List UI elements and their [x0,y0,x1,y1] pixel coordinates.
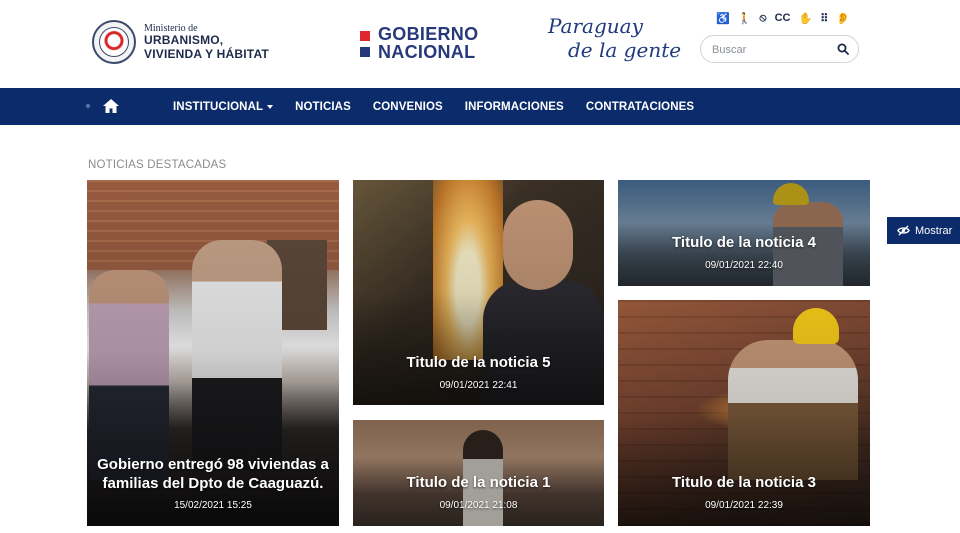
nav-item-institucional[interactable]: INSTITUCIONAL [173,100,274,113]
nav-item-convenios[interactable]: CONVENIOS [373,101,443,113]
sign-language-icon[interactable]: ✋ [798,12,812,25]
nav-item-contrataciones[interactable]: CONTRATACIONES [586,101,694,113]
caret-down-icon [267,104,274,109]
gobierno-line-1: GOBIERNO [378,24,479,44]
ear-icon[interactable]: 👂 [836,12,850,25]
news-card-3[interactable]: Titulo de la noticia 3 09/01/2021 22:39 [618,300,870,526]
nav-item-label: INSTITUCIONAL [173,100,264,113]
mostrar-label: Mostrar [915,224,953,237]
page: Ministerio de URBANISMO, VIVIENDA Y HÁBI… [0,0,960,533]
news-card-title: Titulo de la noticia 4 [672,234,816,251]
nav-dot [86,104,90,108]
news-card-title: Titulo de la noticia 3 [672,474,816,491]
flag-squares-icon [360,30,370,57]
news-card-date: 15/02/2021 15:25 [174,500,252,511]
slogan-line-1: Paraguay [548,14,643,38]
nav-item-informaciones[interactable]: INFORMACIONES [465,101,564,113]
main-nav: INSTITUCIONAL NOTICIAS CONVENIOS INFORMA… [0,88,960,125]
nav-item-noticias[interactable]: NOTICIAS [295,101,351,113]
national-seal-icon [92,20,136,64]
news-card-date: 09/01/2021 21:08 [439,500,518,511]
ministry-line-3: VIVIENDA Y HÁBITAT [144,46,269,61]
ministry-name: Ministerio de URBANISMO, VIVIENDA Y HÁBI… [144,23,269,60]
walking-icon[interactable]: 🚶 [738,12,752,25]
news-card-5[interactable]: Titulo de la noticia 5 09/01/2021 22:41 [353,180,604,405]
news-card-main[interactable]: Gobierno entregó 98 viviendas a familias… [87,180,339,526]
accessibility-toolbar: ♿ 🚶 ⦸ CC ✋ ⠿ 👂 [716,12,850,25]
nav-items: INSTITUCIONAL NOTICIAS CONVENIOS INFORMA… [173,88,716,125]
news-card-title: Titulo de la noticia 1 [406,474,551,491]
ministry-line-2: URBANISMO, [144,33,224,48]
news-card-date: 09/01/2021 22:39 [705,500,783,511]
cc-icon[interactable]: CC [775,12,791,25]
site-header: Ministerio de URBANISMO, VIVIENDA Y HÁBI… [0,0,960,88]
news-card-date: 09/01/2021 22:40 [705,260,783,271]
news-card-1[interactable]: Titulo de la noticia 1 09/01/2021 21:08 [353,420,604,526]
slogan-line-2: de la gente [568,38,682,62]
section-title: NOTICIAS DESTACADAS [88,159,227,171]
search-input[interactable] [712,41,832,58]
ministry-logo[interactable]: Ministerio de URBANISMO, VIVIENDA Y HÁBI… [92,20,269,64]
gobierno-line-2: NACIONAL [378,41,476,62]
news-card-4[interactable]: Titulo de la noticia 4 09/01/2021 22:40 [618,180,870,286]
news-card-title: Gobierno entregó 98 viviendas a familias… [97,456,329,492]
paraguay-slogan-logo: Paraguay de la gente [548,14,681,62]
braille-icon[interactable]: ⠿ [820,12,828,25]
home-icon[interactable] [102,97,120,115]
mostrar-button[interactable]: Mostrar [887,217,960,244]
eye-slash-icon [897,225,910,236]
news-card-title: Titulo de la noticia 5 [406,354,551,371]
news-card-date: 09/01/2021 22:41 [439,380,518,391]
hide-icon[interactable]: ⦸ [759,12,766,25]
wheelchair-icon[interactable]: ♿ [716,12,730,25]
search-box [700,35,859,63]
gobierno-nacional-logo: GOBIERNO NACIONAL [360,24,479,62]
search-icon[interactable] [837,43,849,55]
